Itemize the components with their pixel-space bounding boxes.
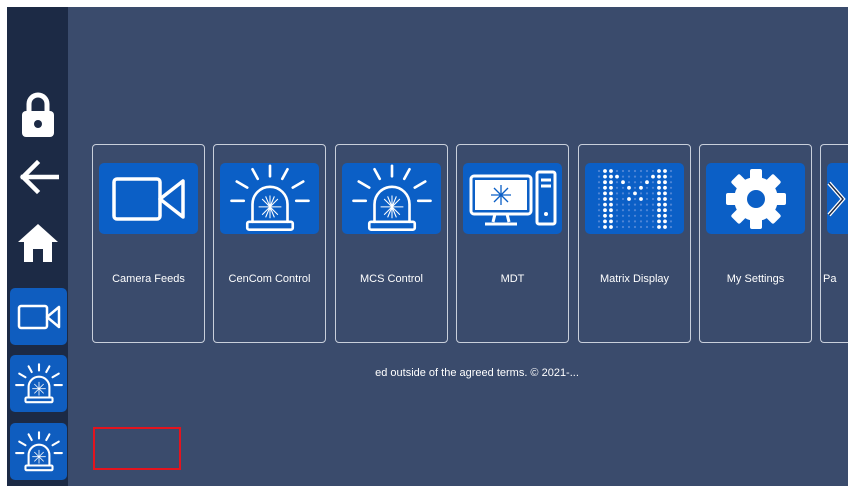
tile-mdt[interactable]: MDT [456,144,569,343]
back-button[interactable] [7,157,68,197]
tile-label: MDT [500,273,525,285]
sidebar-item-camera[interactable] [10,288,67,345]
partial-icon-box [827,163,848,234]
tile-label: MCS Control [360,273,423,285]
camera-feeds-icon-box [99,163,198,234]
tile-matrix-display[interactable]: Matrix Display [578,144,691,343]
siren-icon [14,362,63,403]
siren-icon [351,163,432,231]
matrix-display-icon-box [585,163,684,234]
computer-icon [469,170,556,225]
tile-camera-feeds[interactable]: Camera Feeds [92,144,205,343]
copyright-text: ed outside of the agreed terms. © 2021-.… [375,367,579,379]
lock-button[interactable] [7,89,68,139]
lock-icon [21,92,54,137]
focus-highlight-box [93,427,181,470]
gear-icon [725,168,786,229]
tile-label: Matrix Display [599,273,670,285]
tile-cencom-control[interactable]: CenCom Control [213,144,326,343]
camera-icon [17,304,60,329]
cencom-icon-box [220,163,319,234]
sidebar-item-siren-2[interactable] [10,423,67,480]
tile-partial[interactable]: Pa [820,144,848,343]
siren-icon [229,163,310,231]
tile-label: My Settings [726,273,785,285]
tile-label: Pa [823,273,837,285]
arrow-left-icon [19,159,59,195]
app-screen: Camera Feeds CenCom Control MCS Control … [7,7,848,486]
home-button[interactable] [7,219,68,267]
tile-my-settings[interactable]: My Settings [699,144,812,343]
mcs-icon-box [342,163,441,234]
siren-icon [14,430,63,471]
sidebar [7,7,68,486]
tile-label: CenCom Control [228,273,311,285]
sidebar-item-siren-1[interactable] [10,355,67,412]
tile-mcs-control[interactable]: MCS Control [335,144,448,343]
home-icon [17,224,58,262]
matrix-m-icon [597,168,672,229]
chevron-right-icon[interactable] [825,179,848,219]
tile-label: Camera Feeds [112,273,185,285]
my-settings-icon-box [706,163,805,234]
camera-icon [111,176,185,221]
mdt-icon-box [463,163,562,234]
